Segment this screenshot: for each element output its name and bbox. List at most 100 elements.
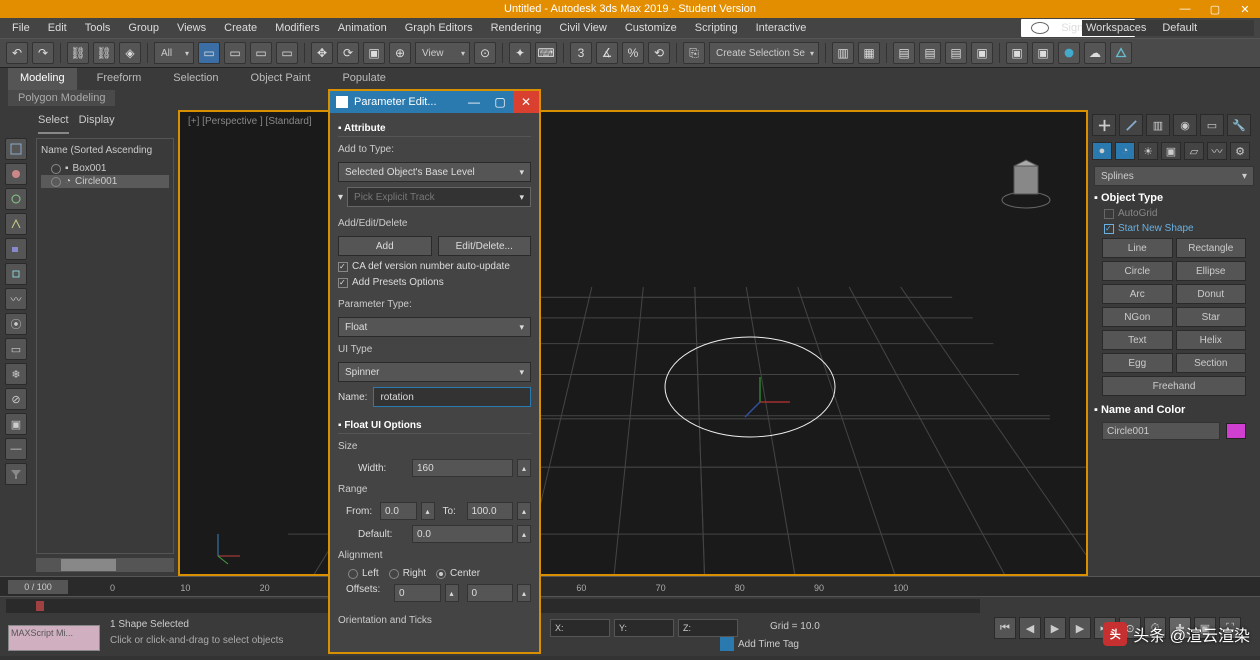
dialog-maximize-icon[interactable]: ▢ <box>487 91 513 113</box>
time-slider[interactable]: 0 / 100 0 10 20 30 40 50 60 70 80 90 100 <box>0 576 1260 596</box>
redo-icon[interactable]: ↷ <box>32 42 54 64</box>
display-bone-icon[interactable]: ⦿ <box>5 313 27 335</box>
color-swatch[interactable] <box>1226 423 1246 439</box>
display-spacewarps-icon[interactable]: 〰 <box>5 288 27 310</box>
btn-ngon[interactable]: NGon <box>1102 307 1173 327</box>
lights-icon[interactable]: ☀ <box>1138 142 1158 160</box>
select-object-icon[interactable]: ▭ <box>198 42 220 64</box>
link-icon[interactable]: ⛓ <box>67 42 89 64</box>
workspaces-label[interactable]: Workspaces <box>1082 20 1150 36</box>
tab-freeform[interactable]: Freeform <box>85 68 154 90</box>
width-spinner[interactable]: 160 <box>412 459 513 477</box>
btn-helix[interactable]: Helix <box>1176 330 1247 350</box>
btn-section[interactable]: Section <box>1176 353 1247 373</box>
rotate-icon[interactable]: ⟳ <box>337 42 359 64</box>
spacewarps-icon[interactable]: 〰 <box>1207 142 1227 160</box>
align-right-radio[interactable]: Right <box>389 568 426 579</box>
keyframe-marker[interactable] <box>36 601 44 611</box>
display-groups-icon[interactable]: ▣ <box>5 413 27 435</box>
spinner-arrows-icon[interactable]: ▴ <box>517 459 531 477</box>
scale-icon[interactable]: ▣ <box>363 42 385 64</box>
unlink-icon[interactable]: ⛓ <box>93 42 115 64</box>
offset-x-spinner[interactable]: 0 <box>394 584 441 602</box>
filter-icon[interactable] <box>5 463 27 485</box>
y-coord[interactable]: Y: <box>614 619 674 637</box>
rollout-float-options[interactable]: Float UI Options <box>338 418 531 434</box>
offset-y-spinner[interactable]: 0 <box>467 584 514 602</box>
object-name-field[interactable]: Circle001 <box>1102 422 1220 440</box>
menu-customize[interactable]: Customize <box>617 20 685 36</box>
uitype-dropdown[interactable]: Spinner <box>338 362 531 382</box>
place-icon[interactable]: ⊕ <box>389 42 411 64</box>
render-prod-icon[interactable] <box>1110 42 1132 64</box>
menu-animation[interactable]: Animation <box>330 20 395 36</box>
btn-line[interactable]: Line <box>1102 238 1173 258</box>
menu-tools[interactable]: Tools <box>77 20 119 36</box>
menu-scripting[interactable]: Scripting <box>687 20 746 36</box>
named-selection[interactable]: Create Selection Se <box>709 42 819 64</box>
workspace-default[interactable]: Default <box>1158 20 1201 36</box>
keyboard-shortcut-icon[interactable]: ⌨ <box>535 42 557 64</box>
visibility-icon[interactable] <box>51 177 61 187</box>
systems-icon[interactable]: ⚙ <box>1230 142 1250 160</box>
percent-snap-icon[interactable]: % <box>622 42 644 64</box>
display-shapes-icon[interactable] <box>5 188 27 210</box>
viewcube[interactable] <box>996 152 1056 212</box>
btn-star[interactable]: Star <box>1176 307 1247 327</box>
dialog-minimize-icon[interactable]: — <box>461 91 487 113</box>
btn-donut[interactable]: Donut <box>1176 284 1247 304</box>
spinner-arrows-icon[interactable]: ▴ <box>517 525 531 543</box>
mirror-icon[interactable]: ▥ <box>832 42 854 64</box>
display-hidden-icon[interactable]: ⊘ <box>5 388 27 410</box>
display-helpers-icon[interactable] <box>5 263 27 285</box>
align-icon[interactable]: ▦ <box>858 42 880 64</box>
shapes-icon[interactable]: ◔ <box>1115 142 1135 160</box>
tab-modeling[interactable]: Modeling <box>8 68 77 90</box>
add-button[interactable]: Add <box>338 236 432 256</box>
add-presets-checkbox[interactable]: Add Presets Options <box>338 277 531 288</box>
menu-create[interactable]: Create <box>216 20 265 36</box>
prev-frame-icon[interactable]: ◀ <box>1019 617 1041 639</box>
btn-rectangle[interactable]: Rectangle <box>1176 238 1247 258</box>
frame-indicator[interactable]: 0 / 100 <box>8 580 68 594</box>
add-time-tag[interactable]: Add Time Tag <box>720 637 799 651</box>
edit-delete-button[interactable]: Edit/Delete... <box>438 236 532 256</box>
select-name-icon[interactable]: ▭ <box>224 42 246 64</box>
manipulate-icon[interactable]: ✦ <box>509 42 531 64</box>
angle-snap-icon[interactable]: ∡ <box>596 42 618 64</box>
autogrid-checkbox[interactable]: AutoGrid <box>1094 206 1254 221</box>
menu-file[interactable]: File <box>4 20 38 36</box>
tab-display[interactable]: Display <box>79 114 115 134</box>
addto-dropdown[interactable]: Selected Object's Base Level <box>338 162 531 182</box>
to-spinner[interactable]: 100.0 <box>467 502 514 520</box>
z-coord[interactable]: Z: <box>678 619 738 637</box>
menu-rendering[interactable]: Rendering <box>483 20 550 36</box>
rollout-object-type[interactable]: Object Type <box>1094 190 1254 206</box>
create-tab-icon[interactable] <box>1092 114 1116 136</box>
helpers-icon[interactable]: ▱ <box>1184 142 1204 160</box>
move-icon[interactable]: ✥ <box>311 42 333 64</box>
close-icon[interactable]: ✕ <box>1230 0 1260 18</box>
viewport-perspective[interactable]: [+] [Perspective ] [Standard] <box>178 110 1088 576</box>
geometry-icon[interactable]: ● <box>1092 142 1112 160</box>
bind-icon[interactable]: ◈ <box>119 42 141 64</box>
tab-populate[interactable]: Populate <box>330 68 397 90</box>
start-new-shape-checkbox[interactable]: Start New Shape <box>1094 221 1254 236</box>
timeline-track[interactable]: 0 10 20 30 40 50 60 70 80 90 100 <box>110 579 990 595</box>
utilities-tab-icon[interactable]: 🔧 <box>1227 114 1251 136</box>
btn-freehand[interactable]: Freehand <box>1102 376 1246 396</box>
default-spinner[interactable]: 0.0 <box>412 525 513 543</box>
use-center-icon[interactable]: ⊙ <box>474 42 496 64</box>
menu-modifiers[interactable]: Modifiers <box>267 20 328 36</box>
render-setup-icon[interactable]: ▣ <box>1006 42 1028 64</box>
align-left-radio[interactable]: Left <box>348 568 379 579</box>
align-center-radio[interactable]: Center <box>436 568 480 579</box>
polygon-modeling-panel[interactable]: Polygon Modeling <box>8 90 115 106</box>
select-region-icon[interactable]: ▭ <box>250 42 272 64</box>
rollout-attribute[interactable]: Attribute <box>338 121 531 137</box>
menu-edit[interactable]: Edit <box>40 20 75 36</box>
maxscript-listener[interactable]: MAXScript Mi... <box>8 625 100 651</box>
dialog-titlebar[interactable]: Parameter Edit... — ▢ ✕ <box>330 91 539 113</box>
ref-coord-dropdown[interactable]: View <box>415 42 470 64</box>
cameras-icon[interactable]: ▣ <box>1161 142 1181 160</box>
